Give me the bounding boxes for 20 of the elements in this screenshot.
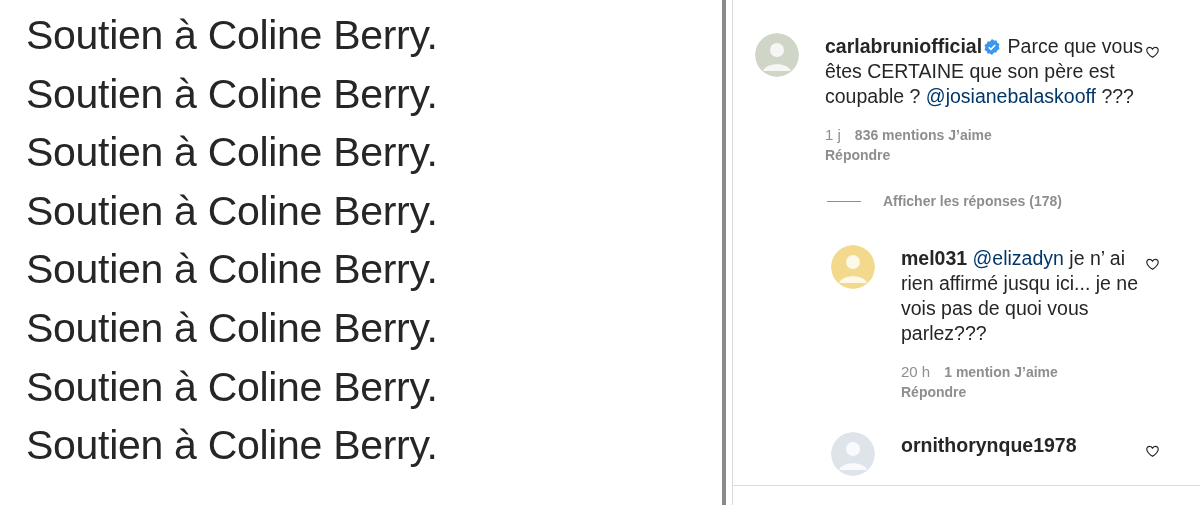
post-text-line: Soutien à Coline Berry. <box>26 245 438 295</box>
username-link[interactable]: ornithorynque1978 <box>901 434 1077 456</box>
mention-link[interactable]: @josianebalaskooff <box>925 85 1096 107</box>
post-text-line: Soutien à Coline Berry. <box>26 128 438 178</box>
username-link[interactable]: mel031 <box>901 247 968 269</box>
post-text-line: Soutien à Coline Berry. <box>26 69 438 119</box>
post-text-line: Soutien à Coline Berry. <box>26 421 438 471</box>
username-link[interactable]: carlabruniofficial <box>825 35 983 57</box>
comment-text: mel031 @elizadyn je n’ ai rien affirmé jusqu ici... je ne vois pas de quoi vous parlez??? <box>901 246 1139 346</box>
heart-icon[interactable] <box>1145 45 1160 59</box>
heart-icon[interactable] <box>1145 444 1160 458</box>
heart-icon[interactable] <box>1145 257 1160 271</box>
post-text-line: Soutien à Coline Berry. <box>26 362 438 412</box>
mention-link[interactable]: @elizadyn <box>972 247 1064 269</box>
comment-time: 1 j <box>825 125 841 145</box>
post-text-line: Soutien à Coline Berry. <box>26 11 438 60</box>
post-text-line: Soutien à Coline Berry. <box>26 186 438 236</box>
comment-time: 20 h <box>901 362 931 382</box>
post-text-line: Soutien à Coline Berry. <box>26 303 438 353</box>
comment-text: carlabruniofficial Parce que vous êtes CERTAINE que son père est coupable ? @josianebalaskooff ??? <box>825 34 1145 109</box>
